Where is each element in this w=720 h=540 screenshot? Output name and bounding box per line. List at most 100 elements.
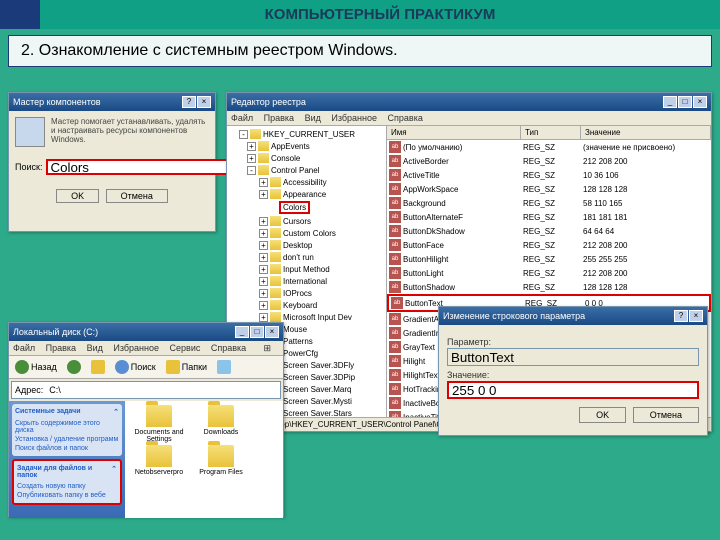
forward-button[interactable] xyxy=(64,359,84,375)
reg-value-row[interactable]: abButtonAlternateFREG_SZ181 181 181 xyxy=(387,210,711,224)
menu-edit[interactable]: Правка xyxy=(264,113,294,123)
menu-tools[interactable]: Сервис xyxy=(170,343,201,353)
reg-value-row[interactable]: abButtonHilightREG_SZ255 255 255 xyxy=(387,252,711,266)
views-button[interactable] xyxy=(214,359,234,375)
minimize-icon[interactable]: _ xyxy=(235,326,249,338)
explorer-files[interactable]: Documents and Settings Downloads Netobse… xyxy=(125,401,283,518)
tree-item[interactable]: Input Method xyxy=(283,265,330,274)
folders-button[interactable]: Папки xyxy=(163,359,210,375)
expand-icon[interactable]: + xyxy=(247,142,256,151)
tree-item[interactable]: Screen Saver.Mysti xyxy=(283,397,352,406)
explorer-titlebar[interactable]: Локальный диск (C:) _□× xyxy=(9,323,283,341)
expand-icon[interactable]: + xyxy=(259,229,268,238)
menu-view[interactable]: Вид xyxy=(305,113,321,123)
task-header[interactable]: Системные задачи xyxy=(15,408,81,416)
tree-item[interactable]: Screen Saver.3DFly xyxy=(283,361,354,370)
expand-icon[interactable]: + xyxy=(259,253,268,262)
expand-icon[interactable]: - xyxy=(239,130,248,139)
expand-icon[interactable]: + xyxy=(259,289,268,298)
tree-item[interactable]: IOProcs xyxy=(283,289,312,298)
folder-item[interactable]: Program Files xyxy=(191,445,251,476)
regedit-titlebar[interactable]: Редактор реестра _□× xyxy=(227,93,711,111)
tree-item[interactable]: Mouse xyxy=(283,325,307,334)
reg-value-row[interactable]: abButtonFaceREG_SZ212 208 200 xyxy=(387,238,711,252)
task-link[interactable]: Создать новую папку xyxy=(17,482,117,491)
folder-item[interactable]: Documents and Settings xyxy=(129,405,189,443)
tree-item[interactable]: PowerCfg xyxy=(283,349,318,358)
tree-item[interactable]: Control Panel xyxy=(271,166,319,175)
close-icon[interactable]: × xyxy=(197,96,211,108)
tree-item[interactable]: Appearance xyxy=(283,190,326,199)
reg-value-row[interactable]: abButtonDkShadowREG_SZ64 64 64 xyxy=(387,224,711,238)
tree-item[interactable]: Console xyxy=(271,154,300,163)
wizard-ok-button[interactable]: OK xyxy=(56,189,99,203)
tree-root[interactable]: HKEY_CURRENT_USER xyxy=(263,130,355,139)
maximize-icon[interactable]: □ xyxy=(250,326,264,338)
menu-view[interactable]: Вид xyxy=(87,343,103,353)
dialog-value-input[interactable] xyxy=(447,381,699,399)
tree-item[interactable]: Accessibility xyxy=(283,178,327,187)
expand-icon[interactable]: + xyxy=(259,217,268,226)
expand-icon[interactable]: + xyxy=(259,313,268,322)
col-data[interactable]: Значение xyxy=(581,126,711,139)
back-button[interactable]: Назад xyxy=(12,359,60,375)
search-button[interactable]: Поиск xyxy=(112,359,159,375)
menu-file[interactable]: Файл xyxy=(13,343,35,353)
chevron-icon[interactable]: ⌃ xyxy=(113,408,119,416)
reg-value-row[interactable]: abButtonShadowREG_SZ128 128 128 xyxy=(387,280,711,294)
help-icon[interactable]: ? xyxy=(674,310,688,322)
close-icon[interactable]: × xyxy=(689,310,703,322)
dialog-titlebar[interactable]: Изменение строкового параметра ?× xyxy=(439,307,707,325)
expand-icon[interactable]: + xyxy=(259,265,268,274)
reg-value-row[interactable]: abActiveBorderREG_SZ212 208 200 xyxy=(387,154,711,168)
menu-fav[interactable]: Избранное xyxy=(113,343,159,353)
reg-value-row[interactable]: ab(По умолчанию)REG_SZ(значение не присв… xyxy=(387,140,711,154)
tree-item[interactable]: Microsoft Input Dev xyxy=(283,313,352,322)
reg-value-row[interactable]: abActiveTitleREG_SZ10 36 106 xyxy=(387,168,711,182)
help-icon[interactable]: ? xyxy=(182,96,196,108)
dialog-cancel-button[interactable]: Отмена xyxy=(633,407,699,423)
tree-item[interactable]: International xyxy=(283,277,327,286)
task-link[interactable]: Опубликовать папку в вебе xyxy=(17,491,117,500)
task-link[interactable]: Поиск файлов и папок xyxy=(15,444,119,453)
folder-item[interactable]: Netobserverpro xyxy=(129,445,189,476)
expand-icon[interactable]: + xyxy=(259,241,268,250)
tree-item[interactable]: Patterns xyxy=(283,337,313,346)
tree-item[interactable]: don't run xyxy=(283,253,314,262)
col-type[interactable]: Тип xyxy=(521,126,581,139)
folder-item[interactable]: Downloads xyxy=(191,405,251,443)
wizard-search-input[interactable] xyxy=(46,159,231,175)
task-link[interactable]: Установка / удаление программ xyxy=(15,435,119,444)
task-link[interactable]: Скрыть содержимое этого диска xyxy=(15,419,119,435)
expand-icon[interactable]: + xyxy=(259,301,268,310)
expand-icon[interactable]: + xyxy=(259,178,268,187)
expand-icon[interactable]: + xyxy=(259,277,268,286)
tree-item[interactable]: AppEvents xyxy=(271,142,310,151)
minimize-icon[interactable]: _ xyxy=(663,96,677,108)
expand-icon[interactable]: + xyxy=(259,190,268,199)
expand-icon[interactable]: - xyxy=(247,166,256,175)
tree-item[interactable]: Keyboard xyxy=(283,301,317,310)
address-input[interactable] xyxy=(46,385,280,395)
wizard-titlebar[interactable]: Мастер компонентов ?× xyxy=(9,93,215,111)
menu-fav[interactable]: Избранное xyxy=(331,113,377,123)
close-icon[interactable]: × xyxy=(265,326,279,338)
menu-edit[interactable]: Правка xyxy=(46,343,76,353)
tree-item[interactable]: Desktop xyxy=(283,241,312,250)
tree-item-selected[interactable]: Colors xyxy=(279,201,310,214)
tree-item[interactable]: Screen Saver.Marq xyxy=(283,385,351,394)
task-header[interactable]: Задачи для файлов и папок xyxy=(17,465,111,479)
reg-value-row[interactable]: abBackgroundREG_SZ58 110 165 xyxy=(387,196,711,210)
expand-icon[interactable]: + xyxy=(247,154,256,163)
tree-item[interactable]: Cursors xyxy=(283,217,311,226)
menu-file[interactable]: Файл xyxy=(231,113,253,123)
close-icon[interactable]: × xyxy=(693,96,707,108)
menu-help[interactable]: Справка xyxy=(388,113,423,123)
col-name[interactable]: Имя xyxy=(387,126,521,139)
tree-item[interactable]: Custom Colors xyxy=(283,229,336,238)
reg-value-row[interactable]: abAppWorkSpaceREG_SZ128 128 128 xyxy=(387,182,711,196)
dialog-ok-button[interactable]: OK xyxy=(579,407,626,423)
up-button[interactable] xyxy=(88,359,108,375)
tree-item[interactable]: Screen Saver.3DPip xyxy=(283,373,355,382)
chevron-icon[interactable]: ⌃ xyxy=(111,465,117,479)
